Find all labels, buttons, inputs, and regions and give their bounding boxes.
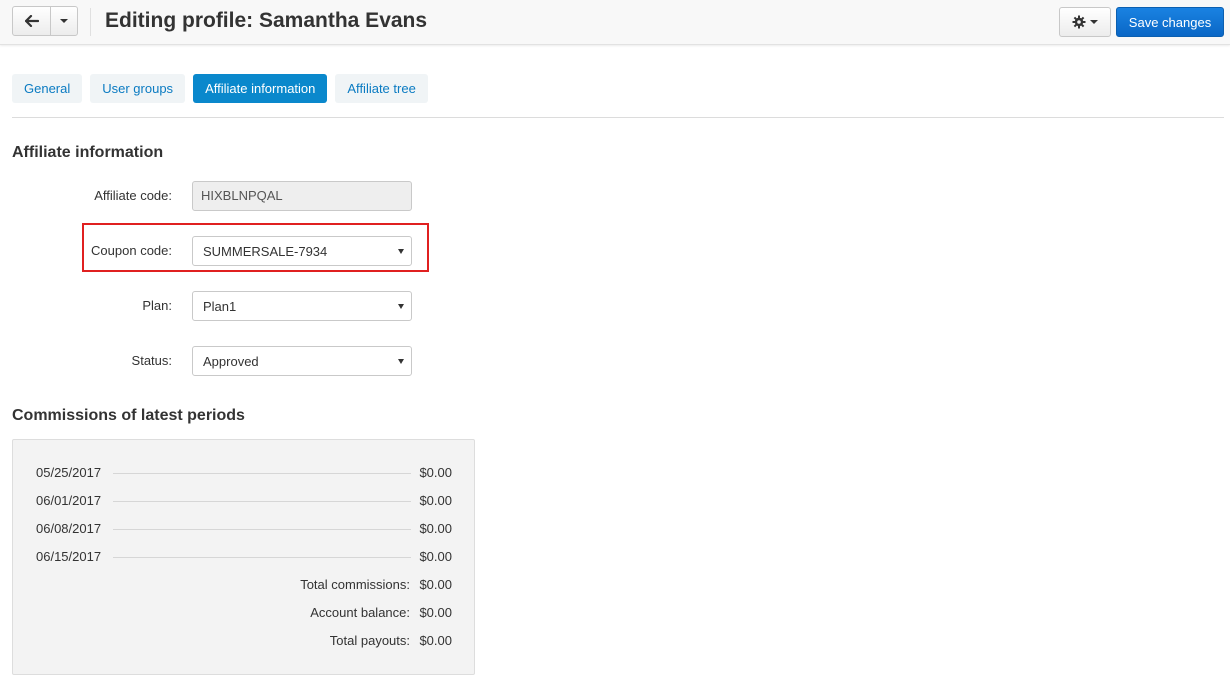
header-divider — [90, 8, 91, 36]
commission-period-row: 05/25/2017 $0.00 — [36, 464, 452, 482]
total-commissions-label: Total commissions: — [300, 577, 410, 592]
period-date: 06/15/2017 — [36, 549, 102, 564]
tab-user-groups[interactable]: User groups — [90, 74, 186, 103]
commissions-section-title: Commissions of latest periods — [12, 407, 245, 424]
page-header: Editing profile: Samantha Evans Save cha… — [0, 0, 1230, 45]
tab-affiliate-tree[interactable]: Affiliate tree — [335, 74, 428, 103]
save-changes-button[interactable]: Save changes — [1116, 7, 1224, 37]
tabs-divider — [12, 117, 1224, 118]
period-leader-line — [113, 557, 411, 558]
caret-down-icon — [60, 19, 68, 23]
period-leader-line — [113, 473, 411, 474]
plan-select[interactable]: Plan1 — [192, 291, 412, 321]
total-payouts-label: Total payouts: — [329, 633, 410, 648]
caret-down-icon — [1090, 20, 1098, 24]
settings-dropdown-button[interactable] — [1059, 7, 1111, 37]
period-leader-line — [113, 501, 411, 502]
page-title: Editing profile: Samantha Evans — [105, 9, 428, 32]
status-value: Approved — [203, 354, 259, 369]
coupon-code-label: Coupon code: — [91, 243, 172, 258]
account-balance-value: $0.00 — [419, 605, 452, 620]
period-amount: $0.00 — [419, 549, 452, 564]
period-date: 06/08/2017 — [36, 521, 102, 536]
period-amount: $0.00 — [419, 521, 452, 536]
select-arrow-icon — [398, 249, 404, 254]
commission-period-row: 06/15/2017 $0.00 — [36, 548, 452, 566]
affiliate-code-label: Affiliate code: — [94, 188, 172, 203]
plan-value: Plan1 — [203, 299, 237, 314]
period-date: 06/01/2017 — [36, 493, 102, 508]
total-payouts-row: Total payouts: $0.00 — [36, 632, 452, 650]
commissions-panel: 05/25/2017 $0.00 06/01/2017 $0.00 06/08/… — [12, 439, 475, 675]
total-commissions-value: $0.00 — [419, 577, 452, 592]
tab-bar: General User groups Affiliate informatio… — [12, 74, 428, 103]
tab-general[interactable]: General — [12, 74, 83, 103]
period-amount: $0.00 — [419, 493, 452, 508]
period-amount: $0.00 — [419, 465, 452, 480]
back-button[interactable] — [13, 7, 51, 35]
affiliate-code-row: Affiliate code: HIXBLNPQAL — [12, 181, 422, 211]
back-button-group — [12, 6, 78, 36]
status-select[interactable]: Approved — [192, 346, 412, 376]
commission-period-row: 06/08/2017 $0.00 — [36, 520, 452, 538]
history-dropdown-button[interactable] — [51, 7, 77, 35]
plan-label: Plan: — [142, 298, 172, 313]
coupon-code-value: SUMMERSALE-7934 — [203, 244, 328, 259]
select-arrow-icon — [398, 304, 404, 309]
tab-affiliate-information[interactable]: Affiliate information — [193, 74, 328, 103]
coupon-code-select[interactable]: SUMMERSALE-7934 — [192, 236, 412, 266]
affiliate-code-field: HIXBLNPQAL — [192, 181, 412, 211]
period-date: 05/25/2017 — [36, 465, 102, 480]
commission-period-row: 06/01/2017 $0.00 — [36, 492, 452, 510]
plan-row: Plan: Plan1 — [12, 291, 422, 321]
total-payouts-value: $0.00 — [419, 633, 452, 648]
total-commissions-row: Total commissions: $0.00 — [36, 576, 452, 594]
period-leader-line — [113, 529, 411, 530]
account-balance-label: Account balance: — [310, 605, 410, 620]
status-label: Status: — [131, 353, 172, 368]
account-balance-row: Account balance: $0.00 — [36, 604, 452, 622]
gear-icon — [1072, 15, 1086, 29]
status-row: Status: Approved — [12, 346, 422, 376]
coupon-code-row: Coupon code: SUMMERSALE-7934 — [12, 236, 422, 266]
arrow-left-icon — [24, 15, 39, 27]
select-arrow-icon — [398, 359, 404, 364]
affiliate-section-title: Affiliate information — [12, 144, 164, 161]
